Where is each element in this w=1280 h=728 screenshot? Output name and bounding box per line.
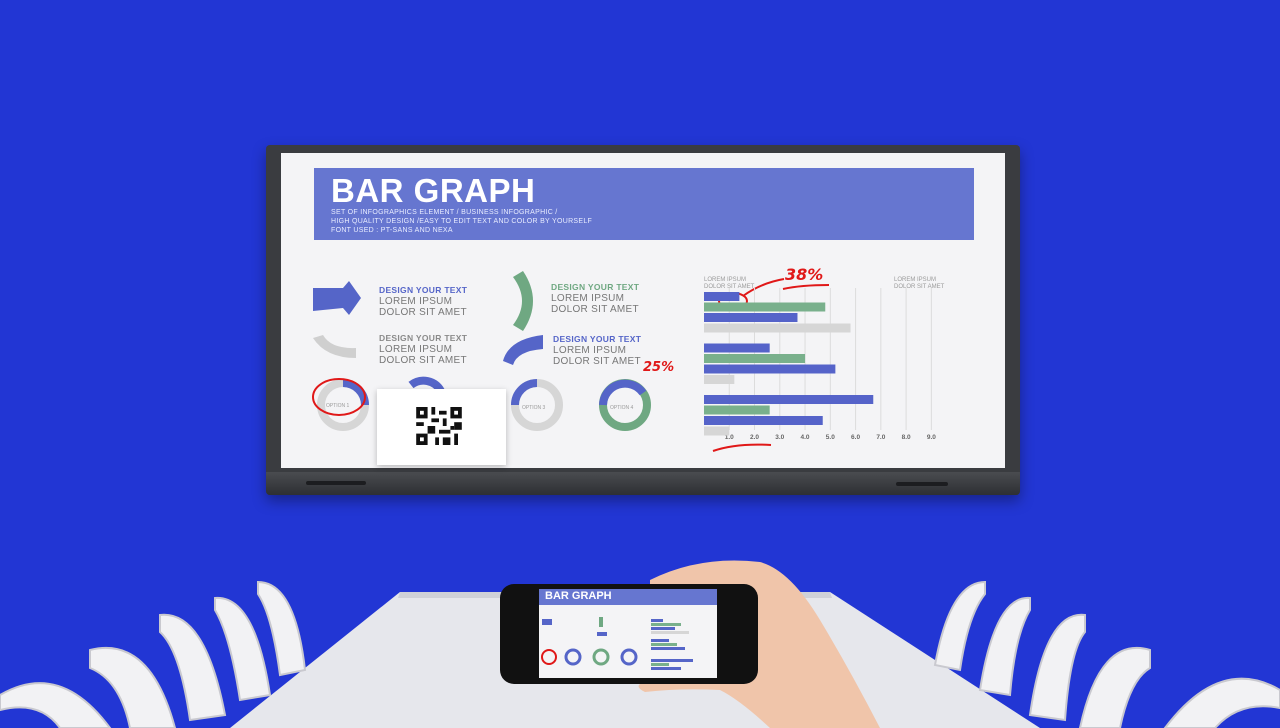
chair-right-5 — [933, 580, 986, 672]
phone-screen[interactable]: BAR GRAPH — [539, 589, 717, 678]
chair-left-2 — [89, 647, 177, 728]
x-tick-label: 9.0 — [927, 434, 936, 441]
x-tick-label: 7.0 — [876, 434, 885, 441]
chair-left-4 — [214, 596, 272, 702]
phone-title-banner: BAR GRAPH — [539, 589, 717, 605]
bar — [704, 343, 770, 353]
chair-right-1 — [1163, 677, 1280, 728]
option-4-ring-accent — [599, 379, 647, 406]
bar — [704, 354, 806, 363]
bar — [704, 292, 740, 301]
annotation-38-percent: 38% — [785, 265, 824, 284]
option-3-ring-accent — [511, 379, 538, 406]
bezel-buttons — [896, 482, 948, 486]
bar — [704, 375, 735, 384]
x-tick-label: 5.0 — [826, 434, 835, 441]
bezel-ports — [306, 481, 366, 485]
chair-left-1 — [0, 682, 112, 728]
bar-chart: 1.0 2.0 3.0 4.0 5.0 6.0 7.0 8.0 9.0 — [704, 288, 936, 441]
info-line: DOLOR SIT AMET — [551, 304, 639, 315]
chart-label-right-1: LOREM IPSUM — [894, 277, 937, 283]
bar — [704, 313, 798, 322]
info-block-1: DESIGN YOUR TEXT LOREM IPSUM DOLOR SIT A… — [379, 285, 467, 318]
bar — [704, 416, 823, 425]
arc-gray-icon — [313, 335, 356, 358]
bar — [704, 364, 836, 374]
display-bezel-bottom — [266, 472, 1020, 495]
info-block-4: DESIGN YOUR TEXT LOREM IPSUM DOLOR SIT A… — [553, 334, 641, 367]
info-line: DOLOR SIT AMET — [379, 307, 467, 318]
info-block-2: DESIGN YOUR TEXT LOREM IPSUM DOLOR SIT A… — [551, 282, 639, 315]
x-tick-label: 2.0 — [750, 434, 759, 441]
info-heading: DESIGN YOUR TEXT — [379, 285, 468, 295]
info-heading: DESIGN YOUR TEXT — [379, 333, 468, 343]
chart-label-left-1: LOREM IPSUM — [704, 277, 747, 283]
chair-right-2 — [1078, 647, 1151, 728]
info-line: LOREM IPSUM — [379, 344, 453, 355]
bar — [704, 405, 770, 415]
option-1-ring-accent — [342, 379, 369, 406]
info-line: LOREM IPSUM — [551, 293, 625, 304]
arc-green-icon — [513, 271, 533, 331]
bar — [704, 302, 826, 312]
bar — [704, 323, 851, 333]
arc-blue-icon — [503, 335, 543, 365]
info-line: LOREM IPSUM — [553, 345, 627, 356]
chair-right-4 — [978, 596, 1031, 697]
info-line: DOLOR SIT AMET — [553, 356, 641, 367]
qr-card[interactable] — [377, 389, 506, 465]
info-line: LOREM IPSUM — [379, 296, 453, 307]
phone-title: BAR GRAPH — [545, 590, 612, 602]
chair-right-3 — [1028, 613, 1086, 722]
annotation-25-percent: 25% — [643, 360, 675, 375]
bar — [704, 395, 874, 404]
option-3-label: OPTION 3 — [522, 405, 546, 411]
info-heading: DESIGN YOUR TEXT — [553, 334, 642, 344]
chair-left-5 — [257, 580, 307, 677]
qr-code-icon — [416, 407, 462, 445]
option-1-label: OPTION 1 — [326, 403, 350, 409]
x-tick-label: 4.0 — [801, 434, 810, 441]
x-tick-label: 8.0 — [902, 434, 911, 441]
info-heading: DESIGN YOUR TEXT — [551, 282, 640, 292]
info-block-3: DESIGN YOUR TEXT LOREM IPSUM DOLOR SIT A… — [379, 333, 467, 366]
phone-mirror-graphics — [541, 617, 693, 670]
info-line: DOLOR SIT AMET — [379, 355, 467, 366]
option-4-label: OPTION 4 — [610, 405, 634, 411]
x-tick-label: 3.0 — [775, 434, 784, 441]
arrow-right-icon — [313, 281, 361, 315]
chair-left-3 — [159, 613, 227, 722]
bar — [704, 426, 730, 436]
x-tick-label: 6.0 — [851, 434, 860, 441]
